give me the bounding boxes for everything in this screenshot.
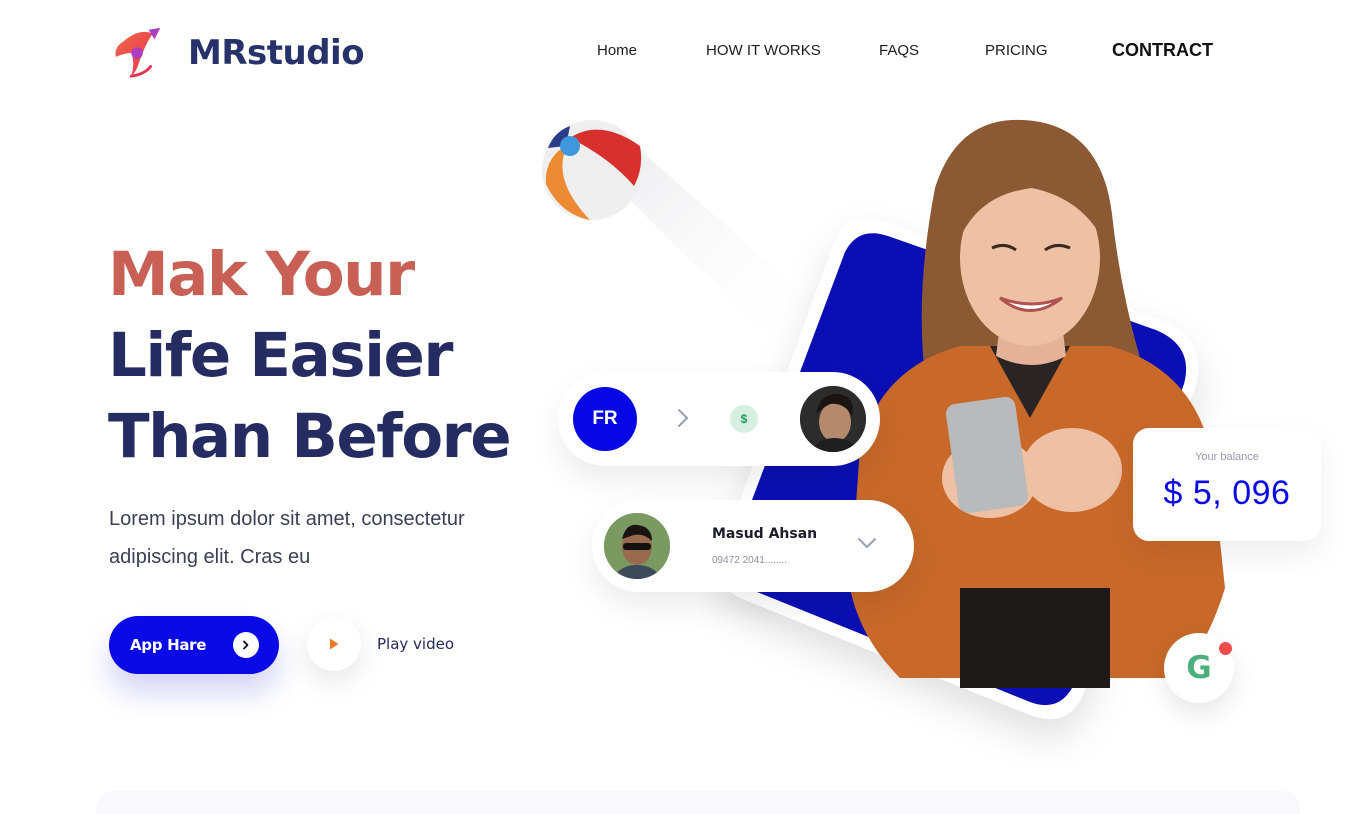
nav-faqs[interactable]: FAQS: [879, 42, 919, 59]
contact-card[interactable]: Masud Ahsan 09472 2041........: [592, 500, 914, 592]
bottom-section-panel: [96, 791, 1300, 814]
chevron-right-icon: [233, 632, 259, 658]
app-hare-button-label: App Hare: [130, 636, 207, 654]
g-badge-letter: G: [1186, 650, 1212, 686]
contact-name: Masud Ahsan: [712, 526, 818, 542]
transfer-card[interactable]: FR $: [558, 372, 880, 466]
app-hare-button[interactable]: App Hare: [109, 616, 279, 674]
hero-title: Mak Your Life Easier Than Before: [108, 234, 512, 477]
main-nav: Home HOW IT WORKS FAQS PRICING CONTRACT: [0, 40, 1346, 66]
recipient-avatar: [800, 386, 866, 452]
balance-label: Your balance: [1195, 451, 1259, 463]
hero-title-line-1: Mak Your: [108, 239, 415, 310]
hero-description: Lorem ipsum dolor sit amet, consectetur …: [109, 508, 465, 568]
nav-home[interactable]: Home: [597, 42, 637, 59]
nav-how-it-works[interactable]: HOW IT WORKS: [706, 42, 821, 59]
play-video-button[interactable]: [307, 617, 361, 671]
balance-card: Your balance $ 5, 096: [1133, 428, 1321, 541]
chevron-right-icon: [678, 409, 688, 427]
hero-title-line-3: Than Before: [108, 401, 512, 472]
play-icon: [330, 638, 339, 650]
contact-phone: 09472 2041........: [712, 555, 788, 566]
nav-contract[interactable]: CONTRACT: [1112, 40, 1213, 61]
sender-avatar: FR: [573, 387, 637, 451]
nav-pricing[interactable]: PRICING: [985, 42, 1048, 59]
notification-dot-icon: [1219, 642, 1232, 655]
balance-value: $ 5, 096: [1163, 474, 1291, 512]
beach-ball-icon: [542, 120, 642, 220]
dollar-icon: $: [730, 405, 758, 433]
hero-title-line-2: Life Easier: [108, 320, 453, 391]
play-video-label[interactable]: Play video: [377, 635, 454, 653]
contact-avatar: [604, 513, 670, 579]
woman-with-phone-image: [850, 119, 1225, 688]
chevron-down-icon[interactable]: [856, 536, 878, 550]
